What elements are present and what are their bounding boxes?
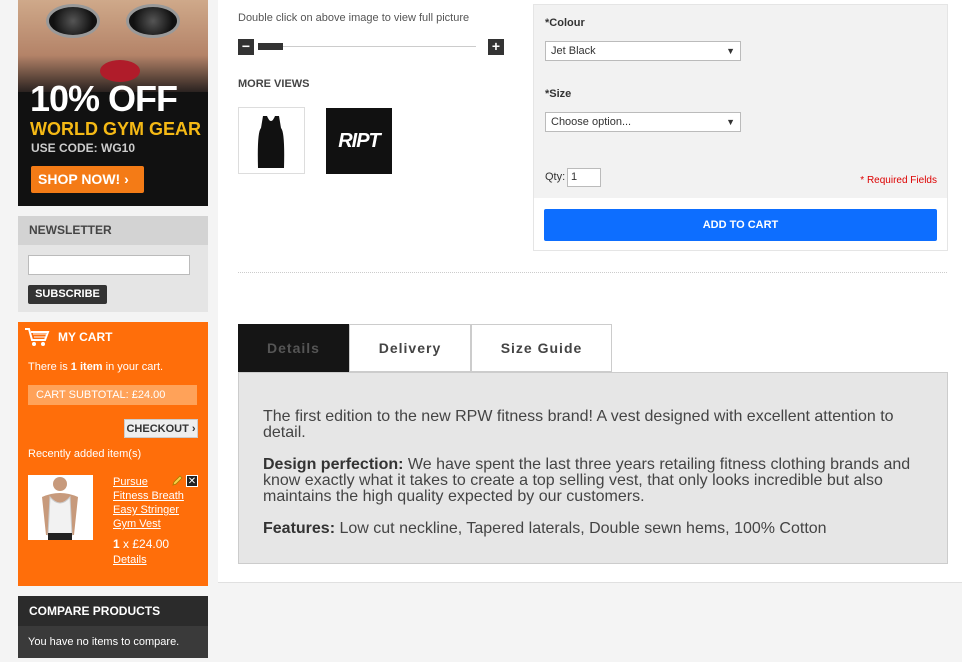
my-cart-block: MY CART There is 1 item in your cart. CA… bbox=[18, 322, 208, 586]
product-options: *Colour Jet Black ▼ *Size Choose option.… bbox=[533, 4, 948, 251]
compare-products-block: COMPARE PRODUCTS You have no items to co… bbox=[18, 596, 208, 658]
shopping-cart-icon bbox=[25, 328, 50, 346]
cart-info: There is 1 item in your cart. bbox=[28, 361, 163, 373]
colour-select[interactable]: Jet Black ▼ bbox=[545, 41, 741, 61]
features-title: Features: bbox=[263, 520, 336, 537]
size-select[interactable]: Choose option... ▼ bbox=[545, 112, 741, 132]
add-to-cart-wrapper: ADD TO CART bbox=[534, 198, 947, 250]
tab-size-guide[interactable]: Size Guide bbox=[471, 324, 612, 372]
add-to-cart-button[interactable]: ADD TO CART bbox=[544, 209, 937, 241]
edit-pencil-icon[interactable] bbox=[172, 475, 183, 486]
zoom-hint: Double click on above image to view full… bbox=[238, 12, 470, 24]
subscribe-button[interactable]: SUBSCRIBE bbox=[28, 285, 107, 304]
remove-item-icon[interactable]: ✕ bbox=[186, 475, 198, 487]
section-divider bbox=[238, 272, 947, 273]
dropdown-arrow-icon: ▼ bbox=[726, 117, 735, 127]
newsletter-email-input[interactable] bbox=[28, 255, 190, 275]
dropdown-arrow-icon: ▼ bbox=[726, 46, 735, 56]
zoom-out-button[interactable]: − bbox=[238, 39, 254, 55]
newsletter-title: NEWSLETTER bbox=[18, 216, 208, 245]
details-design: Design perfection: We have spent the las… bbox=[263, 457, 923, 505]
tab-delivery[interactable]: Delivery bbox=[349, 324, 471, 372]
promo-subhead: WORLD GYM GEAR bbox=[30, 119, 201, 139]
more-views-thumb-logo[interactable]: RIPT bbox=[326, 108, 392, 174]
cart-header: MY CART bbox=[18, 322, 208, 352]
promo-code: USE CODE: WG10 bbox=[31, 141, 136, 155]
vest-model-image bbox=[42, 477, 78, 540]
zoom-slider-track[interactable] bbox=[258, 46, 476, 47]
size-select-value: Choose option... bbox=[551, 116, 632, 128]
cart-info-suffix: in your cart. bbox=[102, 361, 164, 373]
cart-subtotal: CART SUBTOTAL: £24.00 bbox=[28, 385, 197, 405]
product-main: Double click on above image to view full… bbox=[218, 0, 962, 583]
cart-info-prefix: There is bbox=[28, 361, 71, 373]
compare-title: COMPARE PRODUCTS bbox=[18, 596, 208, 626]
checkout-button[interactable]: CHECKOUT › bbox=[124, 419, 198, 438]
promo-headline: 10% OFF bbox=[30, 78, 178, 119]
qty-label: Qty: bbox=[545, 171, 566, 183]
black-vest-image bbox=[257, 116, 285, 168]
size-label: *Size bbox=[545, 88, 572, 100]
colour-select-value: Jet Black bbox=[551, 45, 596, 57]
compare-empty-text: You have no items to compare. bbox=[28, 636, 180, 648]
zoom-slider-handle[interactable] bbox=[258, 43, 283, 50]
cart-title: MY CART bbox=[58, 330, 113, 344]
colour-label: *Colour bbox=[545, 17, 585, 29]
shop-now-button[interactable]: SHOP NOW! › bbox=[31, 166, 144, 193]
details-panel: The first edition to the new RPW fitness… bbox=[238, 372, 948, 564]
sunglasses-right bbox=[126, 4, 180, 38]
cart-item-details-link[interactable]: Details bbox=[113, 554, 147, 566]
design-title: Design perfection: bbox=[263, 456, 404, 473]
required-fields-note: * Required Fields bbox=[860, 175, 937, 186]
more-views-thumb-vest[interactable] bbox=[238, 107, 305, 174]
tab-details[interactable]: Details bbox=[238, 324, 349, 372]
recently-added-label: Recently added item(s) bbox=[28, 448, 142, 460]
cart-item-qty-price: 1 x £24.00 bbox=[113, 537, 169, 551]
details-intro: The first edition to the new RPW fitness… bbox=[263, 408, 894, 441]
cart-item-qty: 1 bbox=[113, 537, 120, 551]
cart-item-qty-sep: x bbox=[119, 537, 133, 551]
sunglasses-left bbox=[46, 4, 100, 38]
cart-item-thumbnail[interactable] bbox=[28, 475, 93, 540]
cart-item-price: £24.00 bbox=[132, 537, 170, 551]
promo-banner[interactable]: 10% OFF WORLD GYM GEAR USE CODE: WG10 SH… bbox=[18, 0, 208, 206]
newsletter-block: NEWSLETTER SUBSCRIBE bbox=[18, 216, 208, 312]
features-body: Low cut neckline, Tapered laterals, Doub… bbox=[335, 520, 827, 537]
details-features: Features: Low cut neckline, Tapered late… bbox=[263, 521, 923, 537]
zoom-in-button[interactable]: + bbox=[488, 39, 504, 55]
qty-input[interactable]: 1 bbox=[567, 168, 601, 187]
ript-logo-text: RIPT bbox=[338, 130, 381, 152]
cart-item-count: 1 item bbox=[70, 361, 103, 373]
more-views-title: MORE VIEWS bbox=[238, 78, 310, 90]
